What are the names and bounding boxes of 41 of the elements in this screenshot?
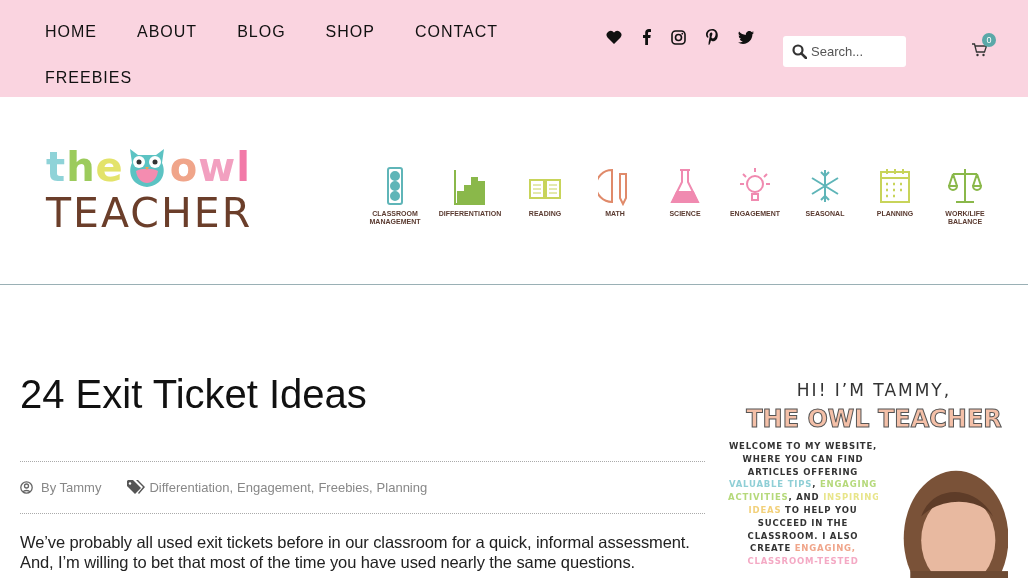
comma-separator: , bbox=[310, 480, 315, 495]
cart-count-badge: 0 bbox=[982, 33, 996, 47]
greeting-text: HI! I’M TAMMY, bbox=[795, 379, 953, 401]
comma-separator: , bbox=[369, 480, 373, 495]
menu-link[interactable]: HOME bbox=[45, 9, 97, 55]
twitter-icon[interactable] bbox=[738, 30, 754, 44]
category-link[interactable]: Freebies bbox=[318, 480, 369, 495]
intro-text: CLASSROOM. I ALSO bbox=[746, 529, 860, 543]
author-link[interactable]: By Tammy bbox=[41, 480, 102, 495]
logo-text: TEACHER bbox=[46, 188, 254, 237]
logo-text: the bbox=[46, 144, 124, 189]
pinterest-icon[interactable] bbox=[706, 29, 718, 45]
logo-text: owl bbox=[169, 144, 251, 189]
instagram-icon[interactable] bbox=[671, 29, 686, 45]
category-link[interactable]: Planning bbox=[376, 480, 428, 495]
menu-link[interactable]: CONTACT bbox=[414, 9, 499, 55]
facebook-icon[interactable] bbox=[642, 29, 651, 45]
intro-text: ARTICLES OFFERING bbox=[746, 465, 860, 479]
intro-text: IDEAS TO HELP YOU bbox=[747, 504, 859, 517]
intro-text: WHERE YOU CAN FIND bbox=[741, 452, 865, 466]
comma-separator: , bbox=[229, 480, 234, 495]
tags-icon bbox=[127, 480, 146, 495]
headline-text: THE OWL TEACHER bbox=[745, 404, 1003, 434]
menu-link[interactable]: SHOP bbox=[325, 9, 375, 55]
menu-link[interactable]: BLOG bbox=[237, 9, 286, 55]
search-icon bbox=[792, 44, 807, 59]
search-field[interactable]: Search... bbox=[783, 36, 906, 67]
intro-text: SUCCEED IN THE bbox=[756, 516, 850, 530]
intro-text: VALUABLE TIPS, ENGAGING bbox=[728, 478, 878, 492]
intro-text: CREATE ENGAGING, bbox=[749, 542, 857, 556]
article-paragraph: We’ve probably all used exit tickets before in our classroom for a quick, informal assessment. And, I’m willing to bet that most of the time you have used nearly the same questions. bbox=[20, 532, 691, 572]
menu-link[interactable]: FREEBIES bbox=[45, 55, 133, 101]
cart-icon[interactable] bbox=[972, 43, 987, 57]
article-title: 24 Exit Ticket Ideas bbox=[20, 371, 368, 418]
intro-text: WELCOME TO MY WEBSITE, bbox=[728, 440, 878, 453]
category-link[interactable]: Engagement bbox=[237, 480, 311, 495]
intro-text: ACTIVITIES, AND INSPIRING bbox=[728, 491, 878, 504]
intro-text: CLASSROOM-TESTED bbox=[746, 555, 860, 568]
menu-link[interactable]: ABOUT bbox=[137, 9, 198, 55]
heart-icon[interactable] bbox=[606, 30, 622, 44]
user-icon bbox=[20, 481, 33, 494]
